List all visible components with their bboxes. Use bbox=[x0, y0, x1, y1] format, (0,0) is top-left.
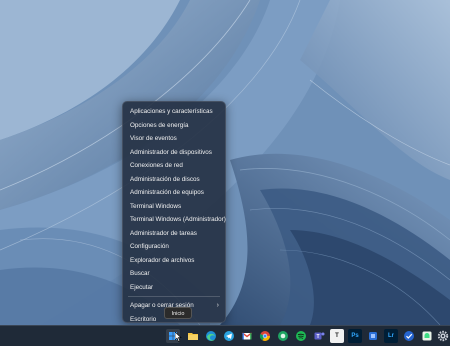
taskbar-settings[interactable] bbox=[436, 329, 450, 343]
menu-separator bbox=[128, 296, 220, 297]
taskbar-edge[interactable] bbox=[204, 329, 218, 343]
menu-item-windows-terminal-admin[interactable]: Terminal Windows (Administrador) bbox=[123, 213, 226, 227]
taskbar-blue-app[interactable] bbox=[366, 329, 380, 343]
chevron-right-icon: › bbox=[216, 302, 219, 309]
taskbar-teams[interactable]: T bbox=[312, 329, 326, 343]
android-icon bbox=[422, 331, 432, 341]
spotify-icon bbox=[296, 331, 306, 341]
taskbar-todo[interactable] bbox=[402, 329, 416, 343]
menu-item-power-options[interactable]: Opciones de energía bbox=[123, 119, 225, 133]
taskbar-android-app[interactable] bbox=[420, 329, 434, 343]
menu-item-apps-features[interactable]: Aplicaciones y características bbox=[123, 105, 225, 119]
menu-item-network-connections[interactable]: Conexiones de red bbox=[123, 159, 225, 173]
taskbar-spotify[interactable] bbox=[294, 329, 308, 343]
menu-item-device-manager[interactable]: Administrador de dispositivos bbox=[123, 146, 225, 160]
menu-item-event-viewer[interactable]: Visor de eventos bbox=[123, 132, 225, 146]
menu-item-settings[interactable]: Configuración bbox=[123, 240, 225, 254]
lightroom-icon: Lr bbox=[388, 333, 394, 339]
folder-icon bbox=[188, 333, 198, 340]
photoshop-icon: Ps bbox=[351, 333, 359, 339]
green-circle-icon bbox=[278, 331, 288, 341]
taskbar-photoshop[interactable]: Ps bbox=[348, 329, 362, 343]
menu-item-file-explorer[interactable]: Explorador de archivos bbox=[123, 254, 225, 268]
taskbar-green-app[interactable] bbox=[276, 329, 290, 343]
telegram-icon bbox=[224, 331, 234, 341]
start-context-menu: Aplicaciones y características Opciones … bbox=[122, 101, 226, 323]
taskbar-telegram[interactable] bbox=[222, 329, 236, 343]
teams-icon: T bbox=[314, 332, 325, 340]
taskbar: T T Ps Lr bbox=[0, 325, 450, 346]
svg-text:T: T bbox=[316, 334, 319, 340]
taskbar-gmail[interactable] bbox=[240, 329, 254, 343]
chrome-icon bbox=[259, 331, 270, 341]
taskbar-t-app[interactable]: T bbox=[330, 329, 344, 343]
menu-item-task-manager[interactable]: Administrador de tareas bbox=[123, 227, 225, 241]
menu-item-disk-management[interactable]: Administración de discos bbox=[123, 173, 225, 187]
gmail-icon bbox=[242, 332, 252, 340]
blue-square-icon bbox=[369, 332, 377, 340]
start-tooltip: Inicio bbox=[164, 307, 192, 319]
gear-icon bbox=[437, 330, 449, 342]
menu-item-windows-terminal[interactable]: Terminal Windows bbox=[123, 200, 225, 214]
menu-item-computer-management[interactable]: Administración de equipos bbox=[123, 186, 225, 200]
taskbar-file-explorer[interactable] bbox=[186, 329, 200, 343]
menu-item-run[interactable]: Ejecutar bbox=[123, 281, 225, 295]
taskbar-lightroom[interactable]: Lr bbox=[384, 329, 398, 343]
mouse-cursor-icon bbox=[175, 332, 182, 342]
taskbar-chrome[interactable] bbox=[258, 329, 272, 343]
check-icon bbox=[404, 331, 414, 341]
t-letter-icon: T bbox=[335, 333, 339, 339]
edge-browser-icon bbox=[206, 331, 216, 341]
menu-item-search[interactable]: Buscar bbox=[123, 267, 225, 281]
